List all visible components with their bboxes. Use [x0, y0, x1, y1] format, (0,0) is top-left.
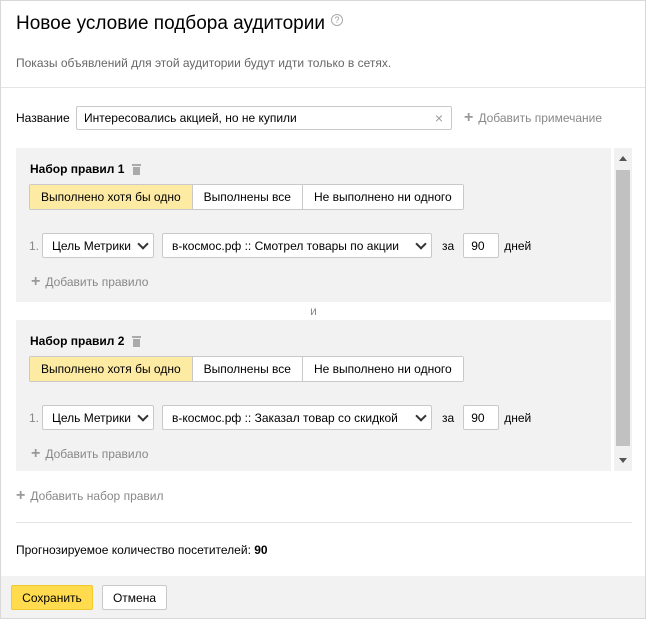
plus-icon: + [16, 487, 26, 504]
days-label: дней [504, 238, 532, 253]
goal-type-value: Цель Метрики [52, 238, 131, 253]
dialog-footer: Сохранить Отмена [1, 576, 645, 618]
goal-target-value: в-космос.рф :: Смотрел товары по акции [172, 238, 399, 253]
option-none[interactable]: Не выполнено ни одного [302, 185, 463, 209]
add-ruleset-label: Добавить набор правил [30, 489, 164, 503]
name-input[interactable]: Интересовались акцией, но не купили × [76, 106, 452, 130]
scroll-up-icon[interactable] [619, 156, 627, 161]
goal-type-value: Цель Метрики [52, 410, 131, 425]
dialog-title-row: Новое условие подбора аудитории ? [16, 13, 343, 35]
cancel-button[interactable]: Отмена [102, 585, 167, 610]
rule-number: 1. [29, 410, 40, 425]
dialog-subtitle: Показы объявлений для этой аудитории буд… [16, 56, 392, 70]
ruleset-2: Набор правил 2 Выполнено хотя бы одно Вы… [16, 320, 611, 471]
goal-type-select[interactable]: Цель Метрики [42, 233, 154, 258]
plus-icon: + [31, 273, 41, 290]
name-label: Название [16, 111, 70, 125]
rule-row: 1. Цель Метрики в-космос.рф :: Заказал т… [29, 405, 531, 430]
divider [1, 87, 645, 88]
option-at-least-one[interactable]: Выполнено хотя бы одно [30, 185, 193, 209]
ruleset-title-row: Набор правил 2 [30, 334, 142, 348]
add-rule-link[interactable]: + Добавить правило [31, 273, 149, 290]
chevron-down-icon [415, 409, 427, 422]
days-input[interactable]: 90 [463, 233, 500, 258]
add-ruleset-link[interactable]: + Добавить набор правил [16, 487, 164, 504]
match-mode-switch: Выполнено хотя бы одно Выполнены все Не … [29, 184, 464, 210]
period-prefix: за [442, 238, 455, 253]
scrollbar[interactable] [614, 148, 632, 471]
option-at-least-one[interactable]: Выполнено хотя бы одно [30, 357, 193, 381]
clear-icon[interactable]: × [433, 111, 445, 125]
days-input[interactable]: 90 [463, 405, 500, 430]
save-button[interactable]: Сохранить [11, 585, 93, 610]
option-none[interactable]: Не выполнено ни одного [302, 357, 463, 381]
match-mode-switch: Выполнено хотя бы одно Выполнены все Не … [29, 356, 464, 382]
goal-target-select[interactable]: в-космос.рф :: Заказал товар со скидкой [162, 405, 432, 430]
ruleset-1: Набор правил 1 Выполнено хотя бы одно Вы… [16, 148, 611, 302]
forecast-label: Прогнозируемое количество посетителей: [16, 543, 251, 557]
scroll-down-icon[interactable] [619, 458, 627, 463]
add-rule-label: Добавить правило [45, 275, 149, 289]
period-prefix: за [442, 410, 455, 425]
plus-icon: + [31, 445, 41, 462]
add-rule-link[interactable]: + Добавить правило [31, 445, 149, 462]
rule-number: 1. [29, 238, 40, 253]
days-value: 90 [471, 410, 485, 425]
add-rule-label: Добавить правило [45, 447, 149, 461]
forecast: Прогнозируемое количество посетителей: 9… [16, 543, 268, 557]
add-note-link[interactable]: + Добавить примечание [464, 109, 603, 126]
trash-icon[interactable] [132, 163, 142, 175]
and-separator: и [310, 304, 317, 318]
ruleset-title: Набор правил 2 [30, 334, 125, 348]
dialog-title: Новое условие подбора аудитории [16, 13, 325, 34]
chevron-down-icon [415, 237, 427, 250]
option-all[interactable]: Выполнены все [192, 185, 303, 209]
chevron-down-icon [137, 409, 149, 422]
rule-row: 1. Цель Метрики в-космос.рф :: Смотрел т… [29, 233, 531, 258]
audience-condition-dialog: Новое условие подбора аудитории ? Показы… [0, 0, 646, 619]
scrollbar-thumb[interactable] [616, 170, 630, 446]
trash-icon[interactable] [132, 335, 142, 347]
divider [16, 522, 632, 523]
option-all[interactable]: Выполнены все [192, 357, 303, 381]
ruleset-title-row: Набор правил 1 [30, 162, 142, 176]
chevron-down-icon [137, 237, 149, 250]
goal-target-value: в-космос.рф :: Заказал товар со скидкой [172, 410, 398, 425]
plus-icon: + [464, 109, 474, 126]
goal-target-select[interactable]: в-космос.рф :: Смотрел товары по акции [162, 233, 432, 258]
days-value: 90 [471, 238, 485, 253]
name-row: Название Интересовались акцией, но не ку… [16, 106, 602, 130]
name-input-value: Интересовались акцией, но не купили [84, 111, 297, 125]
help-icon[interactable]: ? [330, 14, 343, 26]
ruleset-title: Набор правил 1 [30, 162, 125, 176]
add-note-label: Добавить примечание [478, 111, 603, 125]
goal-type-select[interactable]: Цель Метрики [42, 405, 154, 430]
days-label: дней [504, 410, 532, 425]
forecast-value: 90 [254, 543, 268, 557]
rulesets-scroll-area[interactable]: Набор правил 1 Выполнено хотя бы одно Вы… [16, 148, 632, 471]
